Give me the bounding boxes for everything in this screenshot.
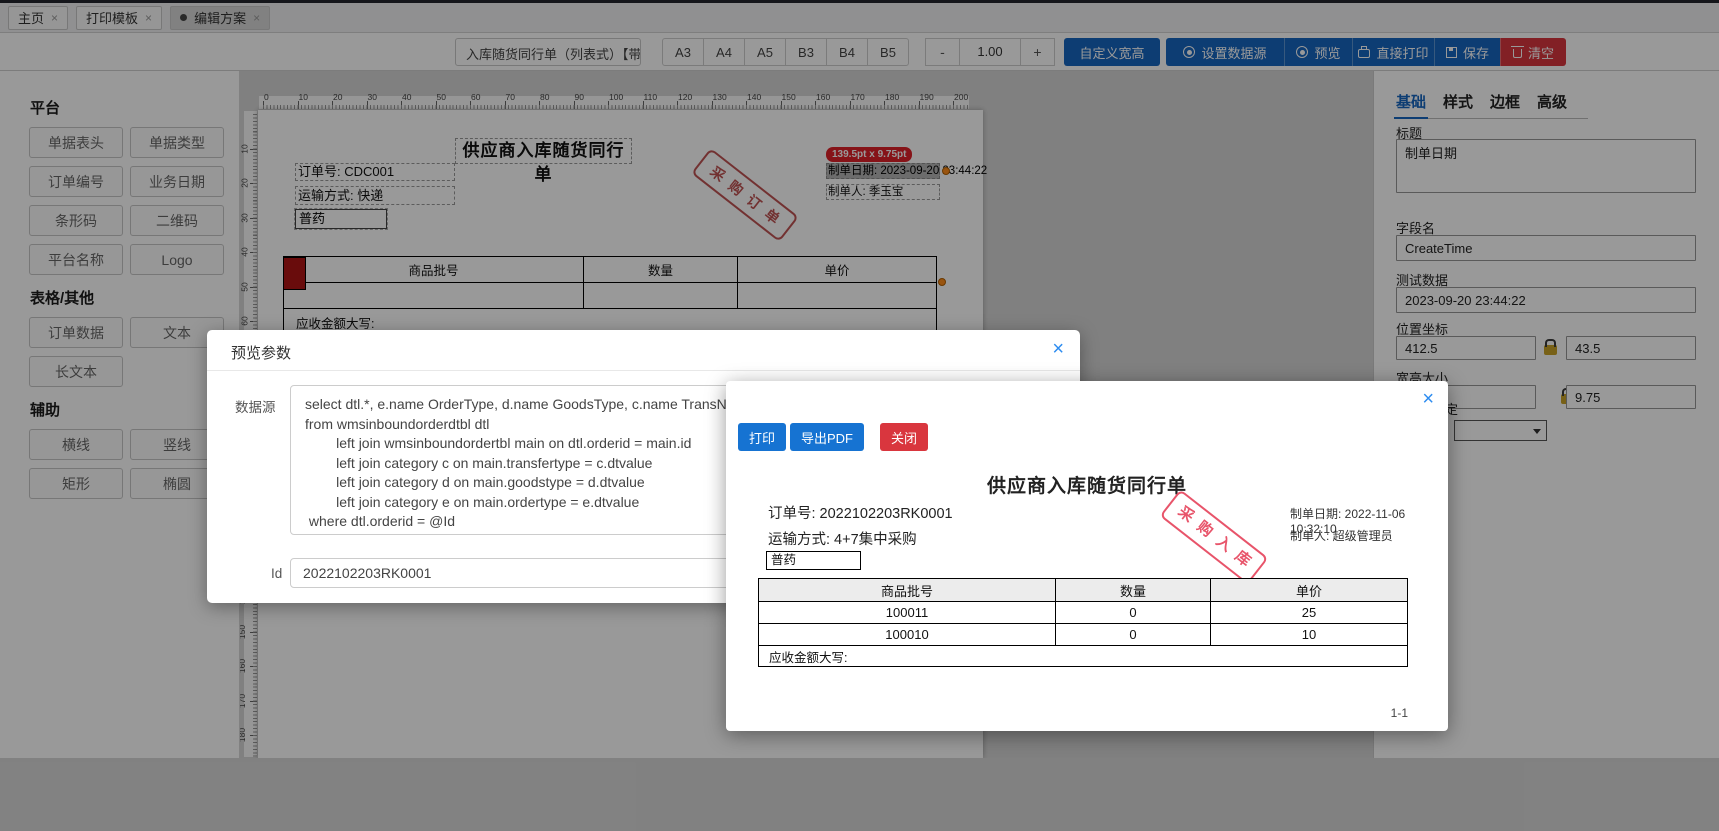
preview-drug-type: 普药 — [766, 551, 861, 570]
modal-close-icon[interactable]: × — [1422, 389, 1434, 409]
export-pdf-button[interactable]: 导出PDF — [790, 423, 865, 451]
datasource-label: 数据源 — [235, 400, 276, 415]
preview-table-header: 商品批号 数量 单价 — [759, 579, 1407, 602]
preview-transport: 运输方式: 4+7集中采购 — [768, 532, 917, 548]
print-preview-modal: × 打印 导出PDF 关闭 供应商入库随货同行单 订单号: 2022102203… — [726, 381, 1448, 731]
preview-amount-in-words: 应收金额大写: — [769, 650, 848, 665]
modal-title: 预览参数 — [231, 345, 292, 362]
preview-creator: 制单人: 超级管理员 — [1290, 529, 1393, 543]
modal-close-icon[interactable]: × — [1052, 339, 1064, 359]
app-window: 主页 × 打印模板 × 编辑方案 × 入库随货同行单（列表式）【带 A3 A4 … — [0, 0, 1719, 831]
preview-doc-title: 供应商入库随货同行单 — [986, 476, 1187, 497]
preview-order-no: 订单号: 2022102203RK0001 — [768, 506, 953, 522]
inbound-stamp: 采购入库 — [1159, 489, 1269, 585]
close-preview-button[interactable]: 关闭 — [880, 423, 929, 451]
preview-table-row: 100011 0 25 — [759, 602, 1407, 624]
preview-page-number: 1-1 — [1390, 706, 1408, 720]
modal-header — [207, 330, 1080, 371]
preview-table-row: 100010 0 10 — [759, 624, 1407, 646]
preview-table: 商品批号 数量 单价 100011 0 25 100010 0 10 应收金额大… — [758, 578, 1408, 667]
id-label: Id — [271, 566, 283, 581]
print-button[interactable]: 打印 — [738, 423, 787, 451]
